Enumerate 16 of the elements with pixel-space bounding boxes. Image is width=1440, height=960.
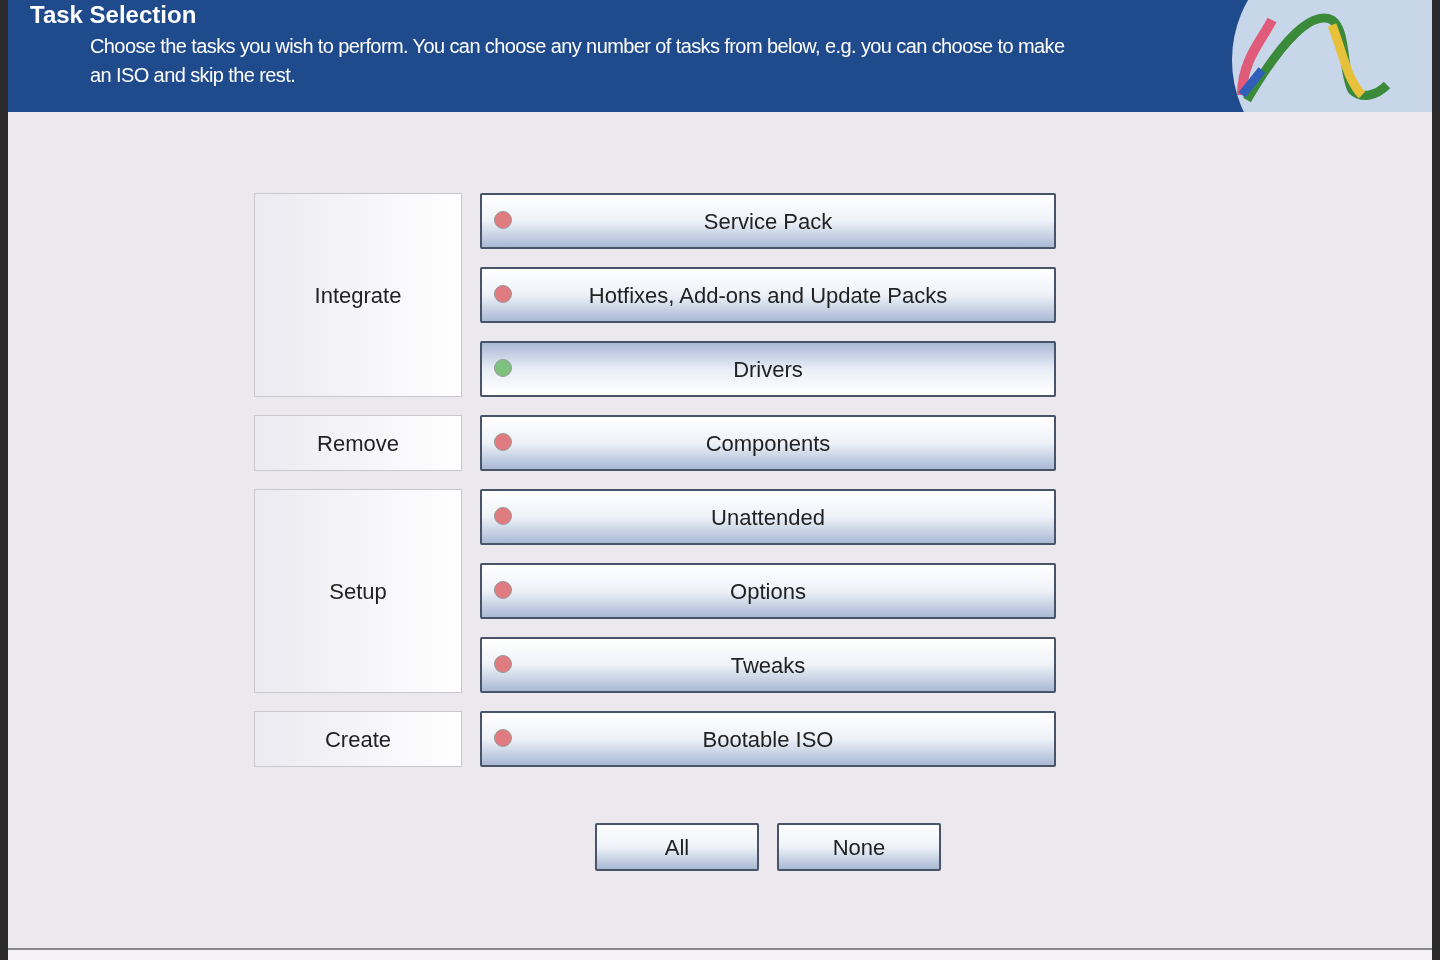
task-button[interactable]: Bootable ISO — [480, 711, 1056, 767]
task-button[interactable]: Hotfixes, Add-ons and Update Packs — [480, 267, 1056, 323]
select-button[interactable]: None — [777, 823, 941, 871]
task-button[interactable]: Drivers — [480, 341, 1056, 397]
group-label: Remove — [254, 415, 462, 471]
group-label: Create — [254, 711, 462, 767]
header-title: Task Selection — [30, 0, 198, 30]
select-button[interactable]: All — [595, 823, 759, 871]
task-button[interactable]: Unattended — [480, 489, 1056, 545]
group-label: Setup — [254, 489, 462, 693]
task-button[interactable]: Components — [480, 415, 1056, 471]
header-description: Choose the tasks you wish to perform. You can choose any number of tasks from below, e.g. you can choose to make an ISO and skip the rest. — [89, 34, 1066, 88]
task-button[interactable]: Tweaks — [480, 637, 1056, 693]
group-label: Integrate — [254, 193, 462, 397]
task-button[interactable]: Options — [480, 563, 1056, 619]
task-button[interactable]: Service Pack — [480, 193, 1056, 249]
